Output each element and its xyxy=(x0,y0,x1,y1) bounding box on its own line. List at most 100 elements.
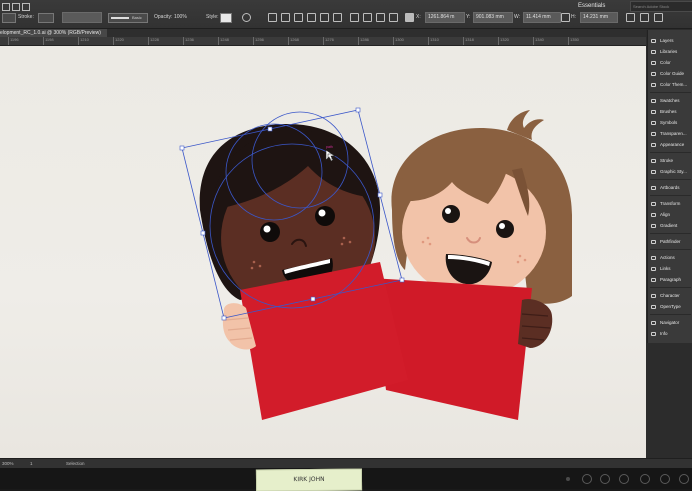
distribute-bottom-icon[interactable] xyxy=(376,13,385,22)
align-middle-icon[interactable] xyxy=(320,13,329,22)
graphic-style-swatch[interactable] xyxy=(220,13,232,23)
panel-libraries[interactable]: Libraries xyxy=(648,47,692,57)
links-icon xyxy=(651,267,656,271)
panel-actions[interactable]: Actions xyxy=(648,253,692,263)
align-right-icon[interactable] xyxy=(294,13,303,22)
ruler-tick-label: 1268 xyxy=(288,37,299,45)
panel-group-divider xyxy=(650,249,691,250)
ruler-tick-label: 1248 xyxy=(218,37,229,45)
bbox-handle[interactable] xyxy=(221,315,227,321)
more-options-icon[interactable] xyxy=(654,13,663,22)
align-center-icon[interactable] xyxy=(281,13,290,22)
x-field[interactable]: 1261.864 m xyxy=(425,12,465,23)
align-left-icon[interactable] xyxy=(268,13,277,22)
artboard-canvas[interactable]: path xyxy=(0,46,646,458)
bbox-handle[interactable] xyxy=(179,145,185,151)
distribute-center-icon[interactable] xyxy=(363,13,372,22)
bbox-handle[interactable] xyxy=(200,230,206,236)
bbox-handle[interactable] xyxy=(355,107,361,113)
panel-graphic-styles[interactable]: Graphic Sty... xyxy=(648,167,692,177)
panel-stroke[interactable]: Stroke xyxy=(648,156,692,166)
panel-navigator[interactable]: Navigator xyxy=(648,318,692,328)
app-menu-icon[interactable] xyxy=(2,3,10,11)
panel-label: Libraries xyxy=(660,49,678,54)
transform-icon xyxy=(651,202,656,206)
horizontal-ruler[interactable]: 1196 1198 1210 1220 1228 1236 1248 1256 1268 1276… xyxy=(0,37,646,46)
distribute-top-icon[interactable] xyxy=(350,13,359,22)
align-to-icon[interactable] xyxy=(389,13,398,22)
panel-group-divider xyxy=(650,152,691,153)
panel-group-divider xyxy=(650,179,691,180)
info-icon xyxy=(651,332,656,336)
height-field[interactable]: 14.231 mm xyxy=(580,12,618,23)
panel-artboards[interactable]: Artboards xyxy=(648,183,692,193)
align-bottom-icon[interactable] xyxy=(333,13,342,22)
arrange-icon[interactable] xyxy=(22,3,30,11)
panel-color[interactable]: Color xyxy=(648,58,692,68)
y-field[interactable]: 901.083 mm xyxy=(473,12,513,23)
reference-point-icon[interactable] xyxy=(405,13,414,22)
panel-align[interactable]: Align xyxy=(648,210,692,220)
ruler-tick-label: 1220 xyxy=(113,37,124,45)
light-child-freckle xyxy=(426,236,430,240)
align-top-icon[interactable] xyxy=(307,13,316,22)
panel-color-guide[interactable]: Color Guide xyxy=(648,69,692,79)
bezel-button xyxy=(619,474,629,484)
stroke-label: Stroke: xyxy=(18,14,34,20)
recolor-icon[interactable] xyxy=(242,13,251,22)
workspace-switcher[interactable]: Essentials xyxy=(578,3,605,9)
transform-icon[interactable] xyxy=(626,13,635,22)
transparency-icon xyxy=(651,132,656,136)
panel-brushes[interactable]: Brushes xyxy=(648,107,692,117)
sticky-note: KIRK JOHN xyxy=(255,468,363,491)
bbox-handle[interactable] xyxy=(399,277,405,283)
panel-color-themes[interactable]: Color Them... xyxy=(648,80,692,90)
panel-label: OpenType xyxy=(660,304,681,309)
bbox-handle[interactable] xyxy=(267,126,273,132)
panel-layers[interactable]: Layers xyxy=(648,36,692,46)
panel-paragraph[interactable]: Paragraph xyxy=(648,275,692,285)
panel-transform[interactable]: Transform xyxy=(648,199,692,209)
style-label: Style: xyxy=(206,14,219,20)
light-child-freckle xyxy=(518,254,522,258)
panel-swatches[interactable]: Swatches xyxy=(648,96,692,106)
panel-info[interactable]: Info xyxy=(648,329,692,339)
panel-opentype[interactable]: OpenType xyxy=(648,302,692,312)
panel-group-divider xyxy=(650,92,691,93)
zoom-level[interactable]: 300% xyxy=(2,461,14,466)
ruler-tick-label: 1340 xyxy=(533,37,544,45)
search-stock-input[interactable]: Search Adobe Stock xyxy=(630,1,692,12)
isolate-icon[interactable] xyxy=(640,13,649,22)
width-field[interactable]: 11.414 mm xyxy=(523,12,561,23)
bbox-handle[interactable] xyxy=(310,296,316,302)
artboard-number[interactable]: 1 xyxy=(30,461,33,466)
variable-width-field[interactable] xyxy=(62,12,102,23)
window-menu-icon[interactable] xyxy=(12,3,20,11)
ruler-tick-label: 1210 xyxy=(78,37,89,45)
fill-dropdown[interactable] xyxy=(2,13,16,23)
bbox-handle[interactable] xyxy=(377,192,383,198)
ruler-tick-label: 1276 xyxy=(323,37,334,45)
panel-label: Character xyxy=(660,293,680,298)
panel-appearance[interactable]: Appearance xyxy=(648,140,692,150)
panel-links[interactable]: Links xyxy=(648,264,692,274)
panel-transparency[interactable]: Transparen... xyxy=(648,129,692,139)
stroke-weight-dropdown[interactable] xyxy=(38,13,54,23)
actions-icon xyxy=(651,256,656,260)
ruler-tick-label: 1256 xyxy=(253,37,264,45)
panel-symbols[interactable]: Symbols xyxy=(648,118,692,128)
artboards-icon xyxy=(651,186,656,190)
panel-label: Appearance xyxy=(660,142,685,147)
brush-dropdown[interactable]: Basic xyxy=(108,13,148,23)
current-tool: Selection xyxy=(66,461,85,466)
ruler-tick-label: 1198 xyxy=(43,37,54,45)
panel-gradient[interactable]: Gradient xyxy=(648,221,692,231)
brushes-icon xyxy=(651,110,656,114)
ruler-tick-label: 1350 xyxy=(568,37,579,45)
document-tab[interactable]: elopment_RC_1.0.ai @ 300% (RGB/Preview) xyxy=(0,29,107,37)
opacity-value[interactable]: 100% xyxy=(174,13,187,21)
dark-skin-child[interactable] xyxy=(199,124,408,420)
panel-pathfinder[interactable]: Pathfinder xyxy=(648,237,692,247)
panel-character[interactable]: Character xyxy=(648,291,692,301)
constrain-proportions-icon[interactable] xyxy=(561,13,570,22)
